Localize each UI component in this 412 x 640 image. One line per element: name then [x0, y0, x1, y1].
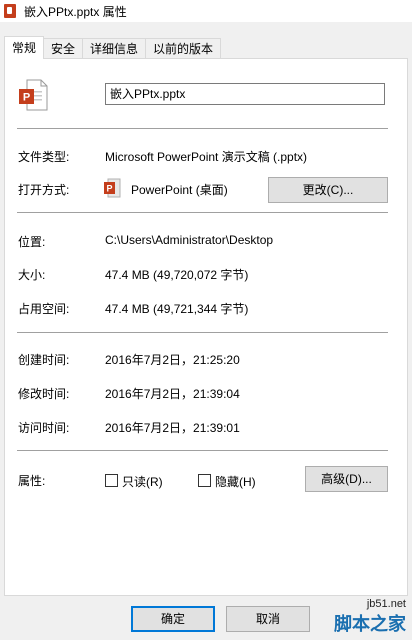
open-with-label: 打开方式: [18, 183, 70, 197]
tab-details[interactable]: 详细信息 [82, 38, 147, 59]
powerpoint-app-icon: P [104, 178, 121, 198]
attributes-label: 属性: [18, 474, 46, 488]
open-with-value: PowerPoint (桌面) [131, 183, 228, 197]
hidden-checkbox[interactable] [198, 474, 211, 487]
window-title: 嵌入PPtx.pptx 属性 [24, 4, 127, 19]
modified-value: 2016年7月2日，21:39:04 [105, 387, 240, 401]
accessed-label: 访问时间: [18, 421, 70, 435]
divider [17, 212, 388, 213]
tab-security[interactable]: 安全 [43, 38, 84, 59]
readonly-checkbox[interactable] [105, 474, 118, 487]
ok-button[interactable]: 确定 [131, 606, 215, 632]
svg-text:P: P [23, 92, 30, 104]
divider [17, 332, 388, 333]
properties-dialog: 嵌入PPtx.pptx 属性 常规 安全 详细信息 以前的版本 P 嵌入PPtx… [0, 0, 412, 640]
general-panel: P 嵌入PPtx.pptx 文件类型: Microsoft PowerPoint… [4, 58, 408, 596]
size-value: 47.4 MB (49,720,072 字节) [105, 268, 249, 282]
hidden-label[interactable]: 隐藏(H) [215, 473, 256, 490]
powerpoint-file-icon: P [19, 79, 48, 111]
divider [17, 450, 388, 451]
watermark-logo: 脚本之家 [334, 614, 406, 635]
watermark-url: jb51.net [366, 598, 406, 610]
svg-text:P: P [106, 184, 112, 194]
size-on-disk-value: 47.4 MB (49,721,344 字节) [105, 302, 249, 316]
location-value: C:\Users\Administrator\Desktop [105, 233, 274, 247]
readonly-label[interactable]: 只读(R) [122, 473, 163, 490]
cancel-button[interactable]: 取消 [226, 606, 310, 632]
file-name-field[interactable]: 嵌入PPtx.pptx [105, 83, 385, 105]
accessed-value: 2016年7月2日，21:39:01 [105, 421, 240, 435]
file-type-label: 文件类型: [18, 150, 70, 164]
size-on-disk-label: 占用空间: [18, 302, 70, 316]
divider [17, 128, 388, 129]
location-label: 位置: [18, 235, 46, 249]
modified-label: 修改时间: [18, 387, 70, 401]
tab-general[interactable]: 常规 [4, 36, 45, 59]
size-label: 大小: [18, 268, 46, 282]
tab-bar: 常规 安全 详细信息 以前的版本 [4, 36, 222, 59]
site-watermark: jb51.net 脚本之家 [334, 598, 406, 636]
change-button[interactable]: 更改(C)... [268, 177, 388, 203]
powerpoint-icon [4, 4, 16, 18]
created-label: 创建时间: [18, 353, 70, 367]
tab-previous-versions[interactable]: 以前的版本 [145, 38, 222, 59]
file-type-value: Microsoft PowerPoint 演示文稿 (.pptx) [105, 150, 308, 164]
title-bar: 嵌入PPtx.pptx 属性 [0, 0, 412, 22]
created-value: 2016年7月2日，21:25:20 [105, 353, 240, 367]
advanced-button[interactable]: 高级(D)... [305, 466, 388, 492]
